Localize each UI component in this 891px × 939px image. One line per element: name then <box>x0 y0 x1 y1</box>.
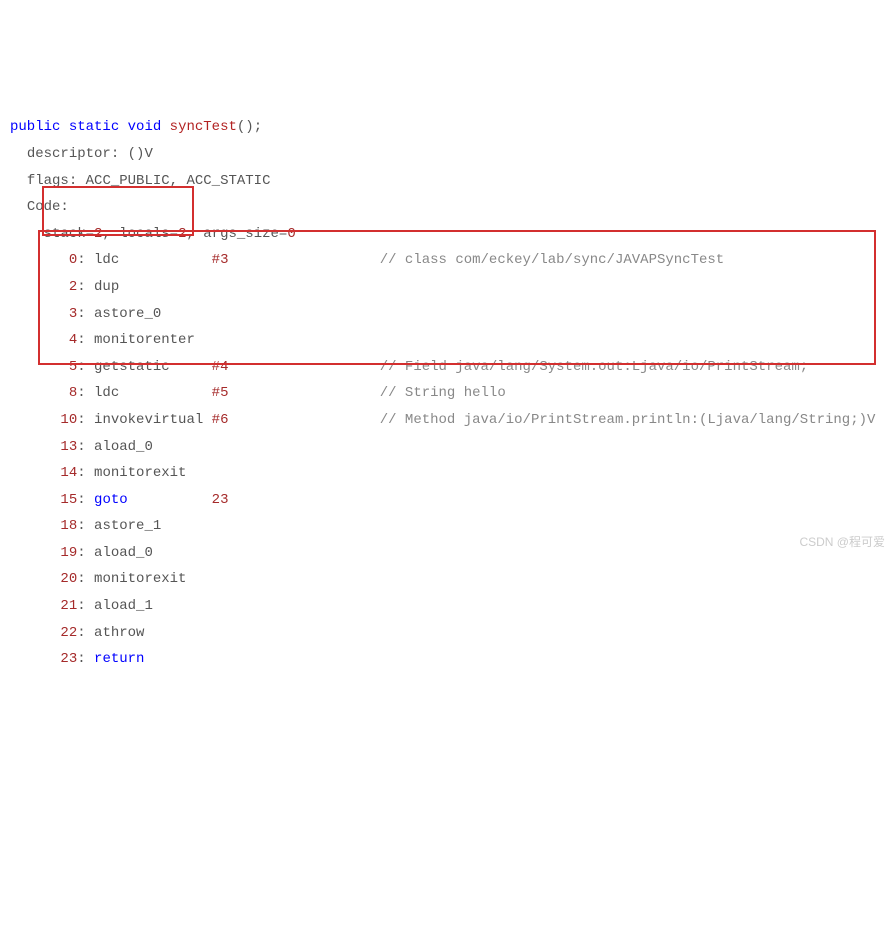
method-name: syncTest <box>170 119 237 135</box>
locals-lhs: locals <box>119 226 169 242</box>
op: dup <box>94 279 119 295</box>
op: athrow <box>94 625 144 641</box>
code-label-line: Code: <box>10 194 881 221</box>
idx: 3 <box>69 306 77 322</box>
instr-23: 23: return <box>10 646 881 673</box>
instr-19: 19: aload_0 <box>10 540 881 567</box>
flags-line: flags: ACC_PUBLIC, ACC_STATIC <box>10 168 881 195</box>
op-return: return <box>94 651 144 667</box>
idx: 4 <box>69 332 77 348</box>
stack-line: stack=2, locals=2, args_size=0 <box>10 221 881 248</box>
op: ldc <box>94 252 119 268</box>
kw-public: public <box>10 119 60 135</box>
comment: // Field java/lang/System.out:Ljava/io/P… <box>380 359 808 375</box>
signature-line: public static void syncTest(); <box>10 114 881 141</box>
instr-13: 13: aload_0 <box>10 434 881 461</box>
op-goto: goto <box>94 492 128 508</box>
descriptor-line: descriptor: ()V <box>10 141 881 168</box>
idx: 23 <box>60 651 77 667</box>
op: aload_0 <box>94 545 153 561</box>
idx: 15 <box>60 492 77 508</box>
op: invokevirtual <box>94 412 203 428</box>
idx: 13 <box>60 439 77 455</box>
comment: // Method java/io/PrintStream.println:(L… <box>380 412 876 428</box>
descriptor-value: ()V <box>128 146 153 162</box>
arg: 23 <box>212 492 229 508</box>
idx: 18 <box>60 518 77 534</box>
args-val: 0 <box>287 226 295 242</box>
idx: 21 <box>60 598 77 614</box>
op: aload_0 <box>94 439 153 455</box>
op: monitorexit <box>94 465 186 481</box>
op: ldc <box>94 385 119 401</box>
descriptor-label: descriptor: <box>27 146 119 162</box>
flags-value: ACC_PUBLIC, ACC_STATIC <box>86 173 271 189</box>
idx: 10 <box>60 412 77 428</box>
idx: 14 <box>60 465 77 481</box>
flags-label: flags: <box>27 173 77 189</box>
idx: 20 <box>60 571 77 587</box>
instr-3: 3: astore_0 <box>10 301 881 328</box>
comment: // String hello <box>380 385 506 401</box>
stack-lhs: stack <box>44 226 86 242</box>
idx: 2 <box>69 279 77 295</box>
args-lhs: args_size <box>203 226 279 242</box>
instr-22: 22: athrow <box>10 620 881 647</box>
op: astore_0 <box>94 306 161 322</box>
instr-15: 15: goto 23 <box>10 487 881 514</box>
op: astore_1 <box>94 518 161 534</box>
comment: // class com/eckey/lab/sync/JAVAPSyncTes… <box>380 252 724 268</box>
instr-10: 10: invokevirtual #6 // Method java/io/P… <box>10 407 881 434</box>
kw-static: static <box>69 119 119 135</box>
idx: 19 <box>60 545 77 561</box>
idx: 0 <box>69 252 77 268</box>
instr-18: 18: astore_1 <box>10 513 881 540</box>
instr-4: 4: monitorenter <box>10 327 881 354</box>
op: aload_1 <box>94 598 153 614</box>
arg: #4 <box>212 359 229 375</box>
idx: 8 <box>69 385 77 401</box>
watermark: CSDN @程可爱 <box>799 531 885 554</box>
op: getstatic <box>94 359 170 375</box>
instr-0: 0: ldc #3 // class com/eckey/lab/sync/JA… <box>10 247 881 274</box>
idx: 5 <box>69 359 77 375</box>
arg: #3 <box>212 252 229 268</box>
arg: #5 <box>212 385 229 401</box>
instr-5: 5: getstatic #4 // Field java/lang/Syste… <box>10 354 881 381</box>
instr-8: 8: ldc #5 // String hello <box>10 380 881 407</box>
instr-14: 14: monitorexit <box>10 460 881 487</box>
instr-20: 20: monitorexit <box>10 566 881 593</box>
op: monitorenter <box>94 332 195 348</box>
code-label: Code: <box>27 199 69 215</box>
instr-21: 21: aload_1 <box>10 593 881 620</box>
idx: 22 <box>60 625 77 641</box>
arg: #6 <box>212 412 229 428</box>
parens: (); <box>237 119 262 135</box>
kw-void: void <box>128 119 162 135</box>
instr-2: 2: dup <box>10 274 881 301</box>
op: monitorexit <box>94 571 186 587</box>
